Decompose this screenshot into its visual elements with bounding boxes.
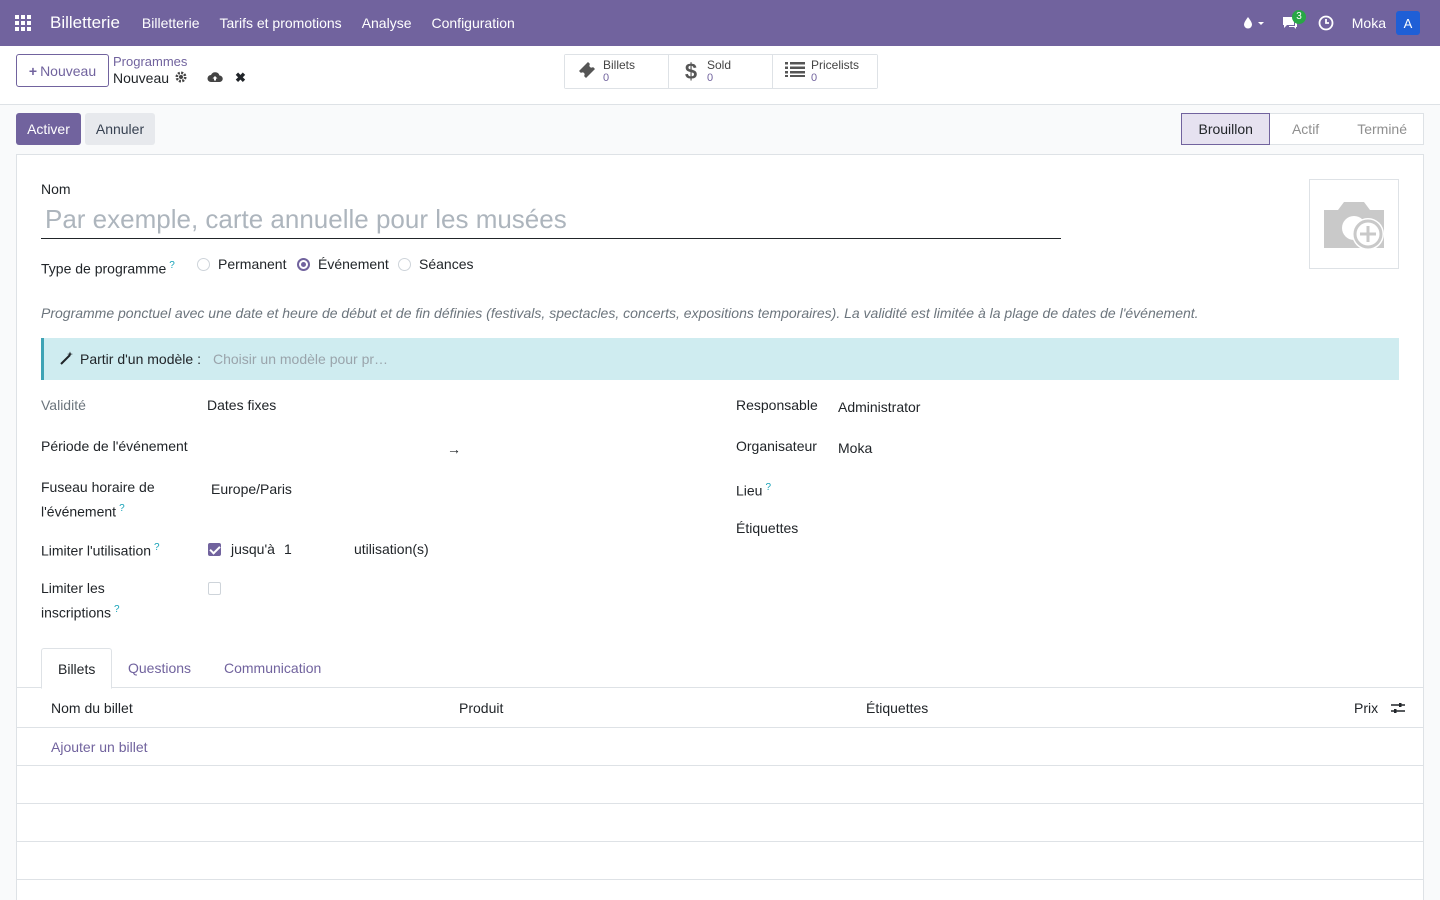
- template-input[interactable]: Choisir un modèle pour pr…: [213, 351, 388, 367]
- image-upload[interactable]: [1309, 179, 1399, 269]
- smart-button-billets[interactable]: Billets 0: [565, 55, 669, 88]
- limit-usage-label: Limiter l'utilisation?: [41, 542, 160, 559]
- place-label: Lieu?: [736, 482, 772, 499]
- activity-clock-icon[interactable]: [1308, 0, 1344, 46]
- tab-billets[interactable]: Billets: [41, 648, 113, 689]
- help-icon[interactable]: ?: [119, 503, 125, 514]
- timezone-label: Fuseau horaire de l'événement?: [41, 479, 155, 520]
- help-icon[interactable]: ?: [154, 542, 160, 553]
- name-label: Nom: [41, 181, 71, 197]
- timezone-value[interactable]: Europe/Paris: [211, 479, 292, 500]
- status-bar: Activer Annuler Brouillon Actif Terminé: [16, 113, 1424, 146]
- radio-seances[interactable]: Séances: [398, 256, 473, 272]
- radio-circle-checked[interactable]: [297, 257, 310, 271]
- menu-billetterie[interactable]: Billetterie: [132, 15, 210, 31]
- limit-usage-prefix: jusqu'à: [231, 541, 275, 557]
- notebook-tabs: Billets Questions Communication: [17, 648, 1423, 689]
- camera-plus-icon: [1324, 202, 1384, 250]
- record-name: Nouveau: [113, 70, 170, 86]
- column-price[interactable]: Prix: [1354, 688, 1378, 728]
- top-navbar: Billetterie Billetterie Tarifs et promot…: [0, 0, 1440, 46]
- responsible-value[interactable]: Administrator: [838, 397, 920, 418]
- user-name[interactable]: Moka: [1344, 15, 1396, 31]
- tickets-table-header: Nom du billet Produit Étiquettes Prix: [17, 688, 1423, 728]
- apps-menu-icon[interactable]: [0, 0, 46, 46]
- help-icon[interactable]: ?: [765, 482, 771, 493]
- radio-permanent[interactable]: Permanent: [197, 256, 286, 272]
- cancel-button[interactable]: Annuler: [85, 113, 155, 145]
- magic-wand-icon: [60, 351, 74, 368]
- activate-button[interactable]: Activer: [16, 113, 81, 145]
- table-row: Ajouter un billet: [17, 728, 1423, 766]
- stage-pipeline: Brouillon Actif Terminé: [1181, 113, 1424, 145]
- tags-label: Étiquettes: [736, 520, 799, 536]
- column-settings-icon[interactable]: [1391, 688, 1405, 728]
- add-ticket-link[interactable]: Ajouter un billet: [51, 728, 148, 766]
- stage-termine[interactable]: Terminé: [1335, 113, 1424, 145]
- smart-label: Sold: [707, 57, 732, 72]
- smart-button-pricelists[interactable]: Pricelists 0: [773, 55, 877, 88]
- organizer-label: Organisateur: [736, 438, 817, 454]
- messages-badge: 3: [1292, 10, 1306, 24]
- help-icon[interactable]: ?: [169, 260, 175, 271]
- messages-icon[interactable]: 3: [1272, 0, 1308, 46]
- new-button[interactable]: + Nouveau: [16, 54, 109, 87]
- ticket-icon: [575, 60, 599, 83]
- tab-questions[interactable]: Questions: [112, 648, 207, 688]
- smart-label: Pricelists: [811, 57, 860, 72]
- column-tags[interactable]: Étiquettes: [866, 688, 928, 728]
- validity-label: Validité: [41, 397, 86, 413]
- table-row: [17, 766, 1423, 804]
- smart-count: 0: [603, 71, 610, 84]
- record-title: Nouveau: [113, 70, 187, 86]
- table-row: [17, 842, 1423, 880]
- template-banner: Partir d'un modèle : Choisir un modèle p…: [41, 338, 1399, 380]
- theme-drop-icon[interactable]: [1236, 0, 1272, 46]
- radio-circle[interactable]: [398, 257, 411, 271]
- radio-circle[interactable]: [197, 257, 210, 271]
- limit-registrations-checkbox[interactable]: [208, 582, 221, 595]
- responsible-label: Responsable: [736, 397, 818, 413]
- event-period-label: Période de l'événement: [41, 438, 188, 454]
- arrow-right-icon: →: [447, 441, 461, 457]
- menu-analyse[interactable]: Analyse: [352, 15, 422, 31]
- save-cloud-icon[interactable]: [207, 70, 223, 86]
- limit-usage-input[interactable]: 1: [284, 539, 292, 560]
- menu-configuration[interactable]: Configuration: [422, 15, 525, 31]
- limit-usage-checkbox[interactable]: [208, 543, 221, 556]
- form-sheet: Nom Par exemple, carte annuelle pour les…: [16, 154, 1424, 900]
- limit-usage-suffix: utilisation(s): [354, 541, 429, 557]
- list-icon: [783, 61, 807, 82]
- limit-registrations-label: Limiter les inscriptions?: [41, 580, 120, 621]
- template-label: Partir d'un modèle :: [80, 351, 201, 367]
- dollar-icon: $: [684, 58, 698, 84]
- validity-value[interactable]: Dates fixes: [207, 395, 276, 416]
- table-row: [17, 804, 1423, 842]
- radio-evenement[interactable]: Événement: [297, 256, 389, 272]
- plus-icon: +: [28, 62, 38, 79]
- menu-tarifs[interactable]: Tarifs et promotions: [210, 15, 352, 31]
- organizer-value[interactable]: Moka: [838, 438, 872, 459]
- help-icon[interactable]: ?: [114, 604, 120, 615]
- tab-communication[interactable]: Communication: [208, 648, 337, 688]
- smart-button-sold[interactable]: $ Sold 0: [669, 55, 773, 88]
- smart-count: 0: [707, 71, 714, 84]
- discard-icon[interactable]: ✖: [235, 70, 246, 86]
- gear-icon[interactable]: [175, 71, 187, 86]
- stage-brouillon[interactable]: Brouillon: [1181, 113, 1270, 145]
- program-type-description: Programme ponctuel avec une date et heur…: [41, 305, 1199, 321]
- app-brand[interactable]: Billetterie: [50, 13, 120, 33]
- smart-count: 0: [811, 71, 818, 84]
- name-input[interactable]: Par exemple, carte annuelle pour les mus…: [41, 199, 1061, 239]
- avatar[interactable]: A: [1396, 11, 1420, 35]
- column-product[interactable]: Produit: [459, 688, 503, 728]
- breadcrumb[interactable]: Programmes: [113, 54, 187, 69]
- smart-label: Billets: [603, 57, 636, 72]
- program-type-label: Type de programme?: [41, 260, 175, 277]
- new-button-label: Nouveau: [40, 62, 97, 79]
- stage-actif[interactable]: Actif: [1269, 113, 1336, 145]
- smart-buttons: Billets 0 $ Sold 0 Pricelists 0: [564, 54, 878, 89]
- column-ticket-name[interactable]: Nom du billet: [51, 688, 133, 728]
- control-panel: + Nouveau Programmes Nouveau ✖ Billets 0…: [0, 46, 1440, 105]
